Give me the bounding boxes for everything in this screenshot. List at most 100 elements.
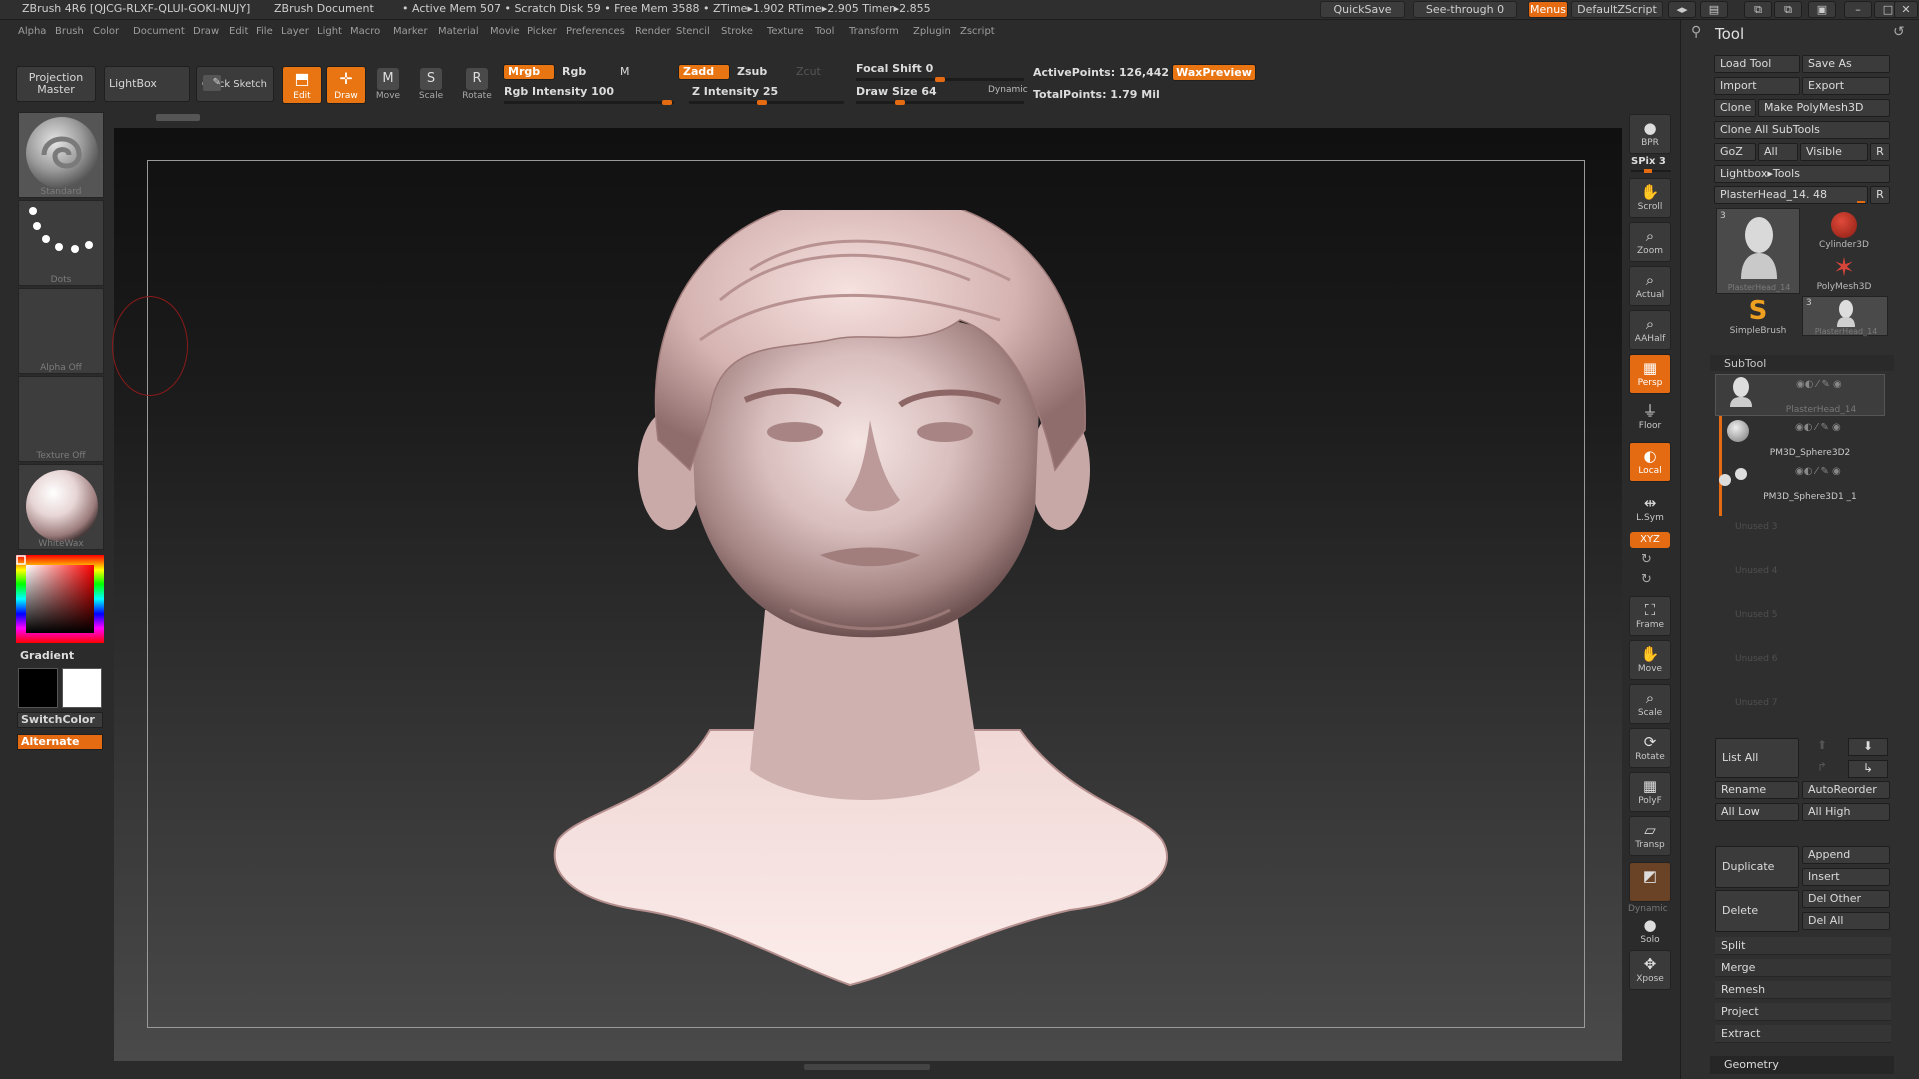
tool-tile-plasterhead-2[interactable]: 3 PlasterHead_14: [1802, 296, 1888, 336]
aahalf-button[interactable]: ⌕ AAHalf: [1629, 310, 1671, 350]
menu-zscript[interactable]: Zscript: [960, 26, 995, 37]
menu-stencil[interactable]: Stencil: [676, 26, 710, 37]
menu-light[interactable]: Light: [317, 26, 342, 37]
draw-button[interactable]: ✛ Draw: [326, 66, 366, 104]
duplicate-button[interactable]: Duplicate: [1715, 846, 1799, 888]
lsym-button[interactable]: ⇹ L.Sym: [1629, 490, 1671, 530]
layout-icon[interactable]: ◂▸: [1668, 1, 1696, 18]
current-tool-knob[interactable]: [1857, 201, 1865, 203]
quicksave-button[interactable]: QuickSave: [1320, 1, 1405, 18]
project-menu[interactable]: Project: [1715, 1003, 1891, 1021]
del-all-button[interactable]: Del All: [1802, 912, 1890, 930]
xyz-button[interactable]: XYZ: [1630, 532, 1670, 548]
menu-marker[interactable]: Marker: [393, 26, 428, 37]
menu-picker[interactable]: Picker: [527, 26, 557, 37]
goz-r-button[interactable]: R: [1870, 143, 1890, 161]
lock-icon[interactable]: ▣: [1808, 1, 1836, 18]
import-button[interactable]: Import: [1714, 77, 1800, 95]
menu-file[interactable]: File: [256, 26, 273, 37]
menu-color[interactable]: Color: [93, 26, 119, 37]
z-intensity-knob[interactable]: [757, 100, 767, 105]
palette-refresh-icon[interactable]: ↺: [1893, 24, 1905, 40]
rotate-z-icon[interactable]: ↻: [1641, 572, 1652, 587]
menu-material[interactable]: Material: [438, 26, 479, 37]
switch-color-button[interactable]: SwitchColor: [17, 712, 103, 728]
zsub-button[interactable]: Zsub: [737, 65, 767, 78]
default-zscript-button[interactable]: DefaultZScript: [1571, 1, 1663, 18]
rgb-button[interactable]: Rgb: [562, 65, 586, 78]
material-thumbnail[interactable]: [18, 464, 104, 550]
export-button[interactable]: Export: [1802, 77, 1890, 95]
secondary-color-swatch[interactable]: [62, 668, 102, 708]
save-as-button[interactable]: Save As: [1802, 55, 1890, 73]
goz-visible-button[interactable]: Visible: [1800, 143, 1868, 161]
gradient-label[interactable]: Gradient: [20, 649, 74, 662]
remesh-menu[interactable]: Remesh: [1715, 981, 1891, 999]
menu-render[interactable]: Render: [635, 26, 671, 37]
scroll-button[interactable]: ✋ Scroll: [1629, 178, 1671, 218]
ghost-button[interactable]: ◩: [1629, 862, 1671, 902]
z-intensity-label[interactable]: Z Intensity 25: [692, 85, 778, 98]
subtool-toggles-icon[interactable]: ◉◐ ⁄ ✎ ◉: [1796, 379, 1842, 390]
menu-movie[interactable]: Movie: [490, 26, 520, 37]
subtool-toggles-icon[interactable]: ◉◐ ⁄ ✎ ◉: [1795, 466, 1841, 477]
menu-texture[interactable]: Texture: [767, 26, 804, 37]
rgb-intensity-slider[interactable]: [504, 101, 674, 104]
palette-pin-icon[interactable]: ⚲: [1691, 24, 1701, 40]
local-button[interactable]: ◐ Local: [1629, 442, 1671, 482]
xpose-button[interactable]: ✥ Xpose: [1629, 950, 1671, 990]
edit-button[interactable]: ⬒ Edit: [282, 66, 322, 104]
rgb-intensity-knob[interactable]: [662, 100, 672, 105]
goz-button[interactable]: GoZ: [1714, 143, 1756, 161]
goz-all-button[interactable]: All: [1758, 143, 1798, 161]
persp-button[interactable]: ▦ Persp: [1629, 354, 1671, 394]
tool-tile-cylinder3d[interactable]: Cylinder3D: [1802, 208, 1886, 250]
plaster-head-model[interactable]: [550, 210, 1180, 1000]
move-up-icon[interactable]: ⬆: [1802, 738, 1842, 756]
spix-track[interactable]: [1631, 169, 1671, 173]
wax-preview-button[interactable]: WaxPreview: [1172, 64, 1256, 81]
tool-tile-simplebrush[interactable]: S SimpleBrush: [1716, 296, 1800, 338]
mrgb-button[interactable]: Mrgb: [503, 64, 555, 80]
stroke-thumbnail[interactable]: [18, 200, 104, 286]
bpr-button[interactable]: ● BPR: [1629, 114, 1671, 154]
color-picker[interactable]: [16, 555, 104, 643]
split-menu[interactable]: Split: [1715, 937, 1891, 955]
geometry-header[interactable]: Geometry: [1710, 1056, 1894, 1074]
move-button[interactable]: M Move: [369, 66, 407, 106]
subtool-row-sphere3d1[interactable]: ◉◐ ⁄ ✎ ◉ PM3D_Sphere3D1 _1: [1715, 462, 1885, 504]
actual-button[interactable]: ⌕ Actual: [1629, 266, 1671, 306]
move-bottom-icon[interactable]: ↳: [1848, 760, 1888, 778]
draw-size-slider[interactable]: [856, 101, 1024, 104]
make-polymesh-button[interactable]: Make PolyMesh3D: [1758, 99, 1890, 117]
spix-knob[interactable]: [1644, 169, 1652, 173]
palette-layout-icon-b[interactable]: ⧉: [1774, 1, 1802, 18]
canvas-scroll-thumb[interactable]: [156, 114, 200, 121]
tool-tile-plasterhead[interactable]: 3 PlasterHead_14: [1716, 208, 1800, 294]
m-button[interactable]: M: [620, 65, 630, 78]
menu-layer[interactable]: Layer: [281, 26, 309, 37]
subtool-header[interactable]: SubTool: [1710, 355, 1894, 371]
canvas-bottom-handle[interactable]: [804, 1064, 930, 1070]
lightbox-tools-button[interactable]: Lightbox▸Tools: [1714, 165, 1890, 183]
rename-button[interactable]: Rename: [1715, 781, 1799, 799]
see-through-slider[interactable]: See-through 0: [1413, 1, 1517, 18]
autoreorder-button[interactable]: AutoReorder: [1802, 781, 1890, 799]
layout-icon-b[interactable]: ▤: [1700, 1, 1728, 18]
rotate-y-icon[interactable]: ↻: [1641, 552, 1652, 567]
all-high-button[interactable]: All High: [1802, 803, 1890, 821]
scale-button[interactable]: S Scale: [412, 66, 450, 106]
solo-button[interactable]: ● Solo: [1629, 912, 1671, 952]
move-down-icon[interactable]: ⬇: [1848, 738, 1888, 756]
scale-view-button[interactable]: ⌕ Scale: [1629, 684, 1671, 724]
menu-brush[interactable]: Brush: [55, 26, 84, 37]
close-icon[interactable]: ✕: [1894, 1, 1918, 18]
clone-button[interactable]: Clone: [1714, 99, 1756, 117]
merge-menu[interactable]: Merge: [1715, 959, 1891, 977]
all-low-button[interactable]: All Low: [1715, 803, 1799, 821]
frame-button[interactable]: ⛶ Frame: [1629, 596, 1671, 636]
focal-shift-label[interactable]: Focal Shift 0: [856, 62, 933, 75]
extract-menu[interactable]: Extract: [1715, 1025, 1891, 1043]
focal-shift-knob[interactable]: [935, 77, 945, 82]
texture-thumbnail[interactable]: [18, 376, 104, 462]
